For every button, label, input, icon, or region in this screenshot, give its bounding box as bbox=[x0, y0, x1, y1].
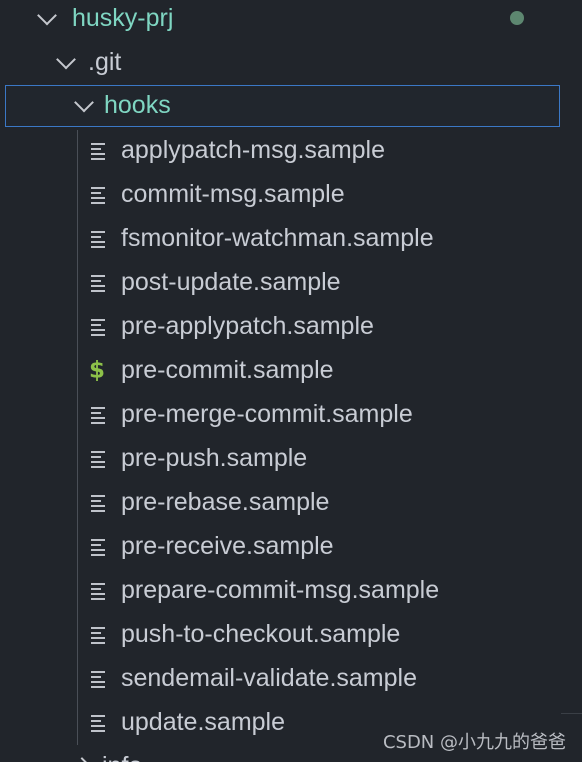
tree-file-row[interactable]: prepare-commit-msg.sample bbox=[0, 569, 582, 613]
file-label: commit-msg.sample bbox=[121, 179, 345, 208]
text-lines-icon bbox=[91, 186, 107, 204]
text-lines-icon bbox=[91, 538, 107, 556]
watermark-text: CSDN @小九九的爸爸 bbox=[382, 732, 566, 753]
dollar-shell-icon: $ bbox=[89, 357, 106, 384]
folder-label-info: info bbox=[102, 752, 142, 762]
tree-file-row[interactable]: pre-merge-commit.sample bbox=[0, 393, 582, 437]
tree-folder-git[interactable]: .git bbox=[0, 41, 582, 85]
file-label: pre-applypatch.sample bbox=[121, 311, 374, 340]
text-lines-icon bbox=[91, 450, 107, 468]
text-lines-icon bbox=[91, 670, 107, 688]
text-lines-icon bbox=[91, 230, 107, 248]
divider bbox=[561, 713, 582, 714]
tree-file-row[interactable]: $ pre-commit.sample bbox=[0, 349, 582, 393]
folder-label-git: .git bbox=[88, 47, 122, 76]
tree-file-row[interactable]: applypatch-msg.sample bbox=[0, 129, 582, 173]
tree-file-row[interactable]: push-to-checkout.sample bbox=[0, 613, 582, 657]
text-lines-icon bbox=[91, 626, 107, 644]
tree-file-row[interactable]: post-update.sample bbox=[0, 261, 582, 305]
file-label: push-to-checkout.sample bbox=[121, 619, 401, 648]
folder-label-hooks: hooks bbox=[104, 90, 171, 119]
chevron-right-icon[interactable] bbox=[72, 757, 92, 762]
text-lines-icon bbox=[91, 142, 107, 160]
tree-file-row[interactable]: commit-msg.sample bbox=[0, 173, 582, 217]
folder-label-husky-prj: husky-prj bbox=[72, 3, 174, 32]
tree-file-row[interactable]: fsmonitor-watchman.sample bbox=[0, 217, 582, 261]
file-label: fsmonitor-watchman.sample bbox=[121, 223, 434, 252]
file-label: pre-push.sample bbox=[121, 443, 308, 472]
tree-file-row[interactable]: sendemail-validate.sample bbox=[0, 657, 582, 701]
tree-folder-hooks[interactable]: hooks bbox=[5, 85, 560, 127]
file-label: post-update.sample bbox=[121, 267, 341, 296]
chevron-down-icon[interactable] bbox=[37, 5, 57, 26]
text-lines-icon bbox=[91, 406, 107, 424]
modified-dot-indicator bbox=[510, 11, 524, 25]
tree-folder-husky-prj[interactable]: husky-prj bbox=[0, 0, 582, 41]
chevron-down-icon[interactable] bbox=[56, 49, 76, 70]
file-label: pre-merge-commit.sample bbox=[121, 399, 413, 428]
tree-file-row[interactable]: pre-applypatch.sample bbox=[0, 305, 582, 349]
file-label: pre-receive.sample bbox=[121, 531, 334, 560]
chevron-down-icon[interactable] bbox=[74, 92, 94, 113]
tree-file-row[interactable]: pre-rebase.sample bbox=[0, 481, 582, 525]
file-label: applypatch-msg.sample bbox=[121, 135, 386, 164]
file-label: prepare-commit-msg.sample bbox=[121, 575, 440, 604]
file-label: sendemail-validate.sample bbox=[121, 663, 417, 692]
tree-file-row[interactable]: pre-push.sample bbox=[0, 437, 582, 481]
text-lines-icon bbox=[91, 494, 107, 512]
text-lines-icon bbox=[91, 318, 107, 336]
file-label: update.sample bbox=[121, 707, 286, 736]
text-lines-icon bbox=[91, 714, 107, 732]
text-lines-icon bbox=[91, 274, 107, 292]
text-lines-icon bbox=[91, 582, 107, 600]
file-label: pre-commit.sample bbox=[121, 355, 334, 384]
tree-file-row[interactable]: pre-receive.sample bbox=[0, 525, 582, 569]
file-label: pre-rebase.sample bbox=[121, 487, 330, 516]
file-explorer-tree: husky-prj .git hooks applypatch-msg.samp… bbox=[0, 0, 582, 762]
